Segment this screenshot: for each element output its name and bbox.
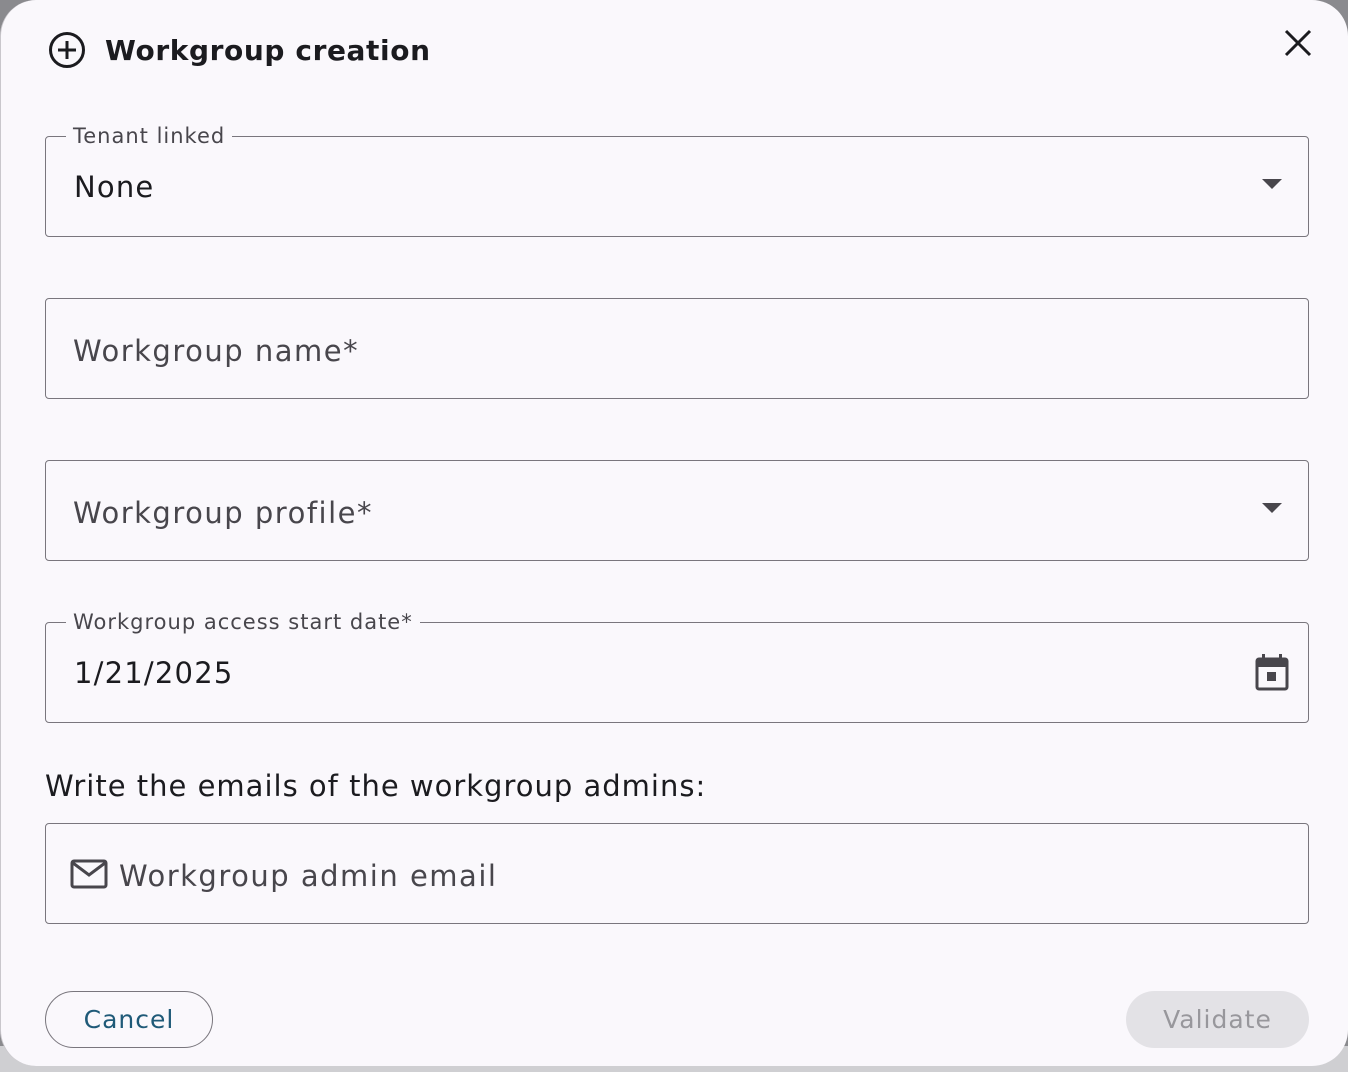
admin-email-placeholder: Workgroup admin email xyxy=(119,859,498,893)
workgroup-profile-placeholder: Workgroup profile* xyxy=(73,496,373,530)
dialog-header: Workgroup creation xyxy=(47,30,431,70)
cancel-button[interactable]: Cancel xyxy=(45,991,213,1048)
tenant-linked-value: None xyxy=(74,170,155,204)
workgroup-name-placeholder: Workgroup name* xyxy=(73,334,360,368)
add-circle-icon xyxy=(49,32,85,68)
access-start-date-label: Workgroup access start date* xyxy=(66,608,420,636)
close-icon xyxy=(1284,29,1312,57)
workgroup-profile-select[interactable]: Workgroup profile* xyxy=(45,460,1309,561)
access-start-date-value: 1/21/2025 xyxy=(74,656,234,690)
access-start-date-input[interactable]: Workgroup access start date* 1/21/2025 xyxy=(45,608,1309,723)
tenant-linked-label: Tenant linked xyxy=(66,122,233,150)
dialog-title: Workgroup creation xyxy=(105,33,431,67)
validate-button[interactable]: Validate xyxy=(1126,991,1309,1048)
mail-icon xyxy=(70,859,108,889)
dropdown-arrow-icon[interactable] xyxy=(1262,179,1282,189)
close-button[interactable] xyxy=(1277,22,1319,64)
tenant-linked-select[interactable]: Tenant linked None xyxy=(45,122,1309,237)
admin-email-input[interactable]: Workgroup admin email xyxy=(45,823,1309,924)
calendar-icon[interactable] xyxy=(1254,652,1290,692)
workgroup-name-input[interactable]: Workgroup name* xyxy=(45,298,1309,399)
admin-emails-label: Write the emails of the workgroup admins… xyxy=(45,769,707,803)
dropdown-arrow-icon[interactable] xyxy=(1262,503,1282,513)
workgroup-creation-dialog: Workgroup creation Tenant linked None Wo… xyxy=(0,0,1348,1066)
